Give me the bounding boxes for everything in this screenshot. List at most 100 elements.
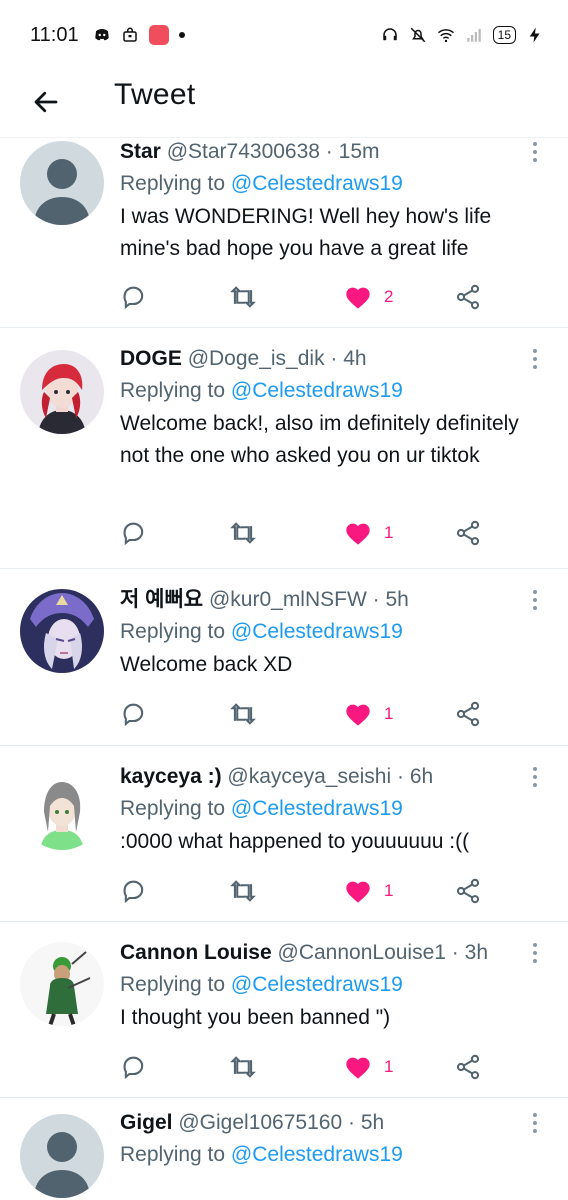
like-button[interactable]: 1 (344, 874, 393, 908)
retweet-icon (230, 1056, 256, 1078)
reply-list: Star @Star74300638 · 15m Replying to @Ce… (0, 139, 568, 1198)
back-button[interactable] (28, 84, 64, 120)
status-bar: 11:01 15 (0, 0, 568, 70)
retweet-button[interactable] (228, 697, 258, 731)
replying-to: Replying to @Celestedraws19 (120, 796, 528, 822)
share-button[interactable] (454, 1050, 482, 1084)
mention-link[interactable]: @Celestedraws19 (231, 172, 403, 195)
more-options-button[interactable] (526, 587, 544, 613)
headset-icon (382, 28, 397, 41)
user-handle[interactable]: @Gigel10675160 (178, 1111, 342, 1134)
reply-icon (123, 522, 144, 546)
separator: · (391, 765, 410, 788)
dot-icon (178, 32, 185, 38)
avatar[interactable] (20, 1114, 104, 1198)
mention-link[interactable]: @Celestedraws19 (231, 379, 403, 402)
replying-to: Replying to @Celestedraws19 (120, 171, 528, 197)
tweet-actions: 1 (120, 516, 490, 550)
tweet-header: DOGE @Doge_is_dik · 4h (120, 346, 528, 372)
mention-link[interactable]: @Celestedraws19 (231, 620, 403, 643)
more-options-button[interactable] (526, 764, 544, 790)
discord-icon (94, 29, 109, 41)
share-button[interactable] (454, 516, 482, 550)
bag-icon (122, 27, 137, 42)
replying-label: Replying to (120, 1143, 231, 1166)
separator: · (366, 588, 386, 611)
like-button[interactable]: 2 (344, 280, 393, 314)
retweet-button[interactable] (228, 516, 258, 550)
replying-to: Replying to @Celestedraws19 (120, 619, 528, 645)
like-button[interactable]: 1 (344, 697, 393, 731)
user-handle[interactable]: @Doge_is_dik (188, 347, 325, 370)
timestamp[interactable]: 6h (410, 765, 433, 788)
display-name[interactable]: DOGE (120, 347, 182, 370)
reply-button[interactable] (120, 516, 148, 550)
more-options-button[interactable] (526, 940, 544, 966)
timestamp[interactable]: 15m (339, 140, 380, 163)
avatar[interactable] (20, 589, 104, 673)
like-button[interactable]: 1 (344, 1050, 393, 1084)
user-handle[interactable]: @Star74300638 (167, 140, 320, 163)
tweet-card[interactable]: Gigel @Gigel10675160 · 5h Replying to @C… (0, 1098, 568, 1198)
retweet-button[interactable] (228, 280, 258, 314)
avatar[interactable] (20, 766, 104, 850)
share-button[interactable] (454, 874, 482, 908)
timestamp[interactable]: 3h (465, 941, 488, 964)
share-button[interactable] (454, 697, 482, 731)
like-count: 1 (384, 704, 394, 723)
mention-link[interactable]: @Celestedraws19 (231, 973, 403, 996)
replying-label: Replying to (120, 620, 231, 643)
share-button[interactable] (454, 280, 482, 314)
more-options-button[interactable] (526, 139, 544, 165)
reply-button[interactable] (120, 874, 148, 908)
tweet-card[interactable]: 저 예뻐요 @kur0_mlNSFW · 5h Replying to @Cel… (0, 569, 568, 746)
tweet-card[interactable]: Cannon Louise @CannonLouise1 · 3h Replyi… (0, 922, 568, 1098)
tweet-header: 저 예뻐요 @kur0_mlNSFW · 5h (120, 587, 528, 613)
heart-filled-icon (346, 287, 370, 309)
tweet-header: kayceya :) @kayceya_seishi · 6h (120, 764, 528, 790)
tweet-actions: 2 (120, 280, 490, 314)
retweet-button[interactable] (228, 1050, 258, 1084)
tweet-card[interactable]: DOGE @Doge_is_dik · 4h Replying to @Cele… (0, 328, 568, 569)
display-name[interactable]: kayceya :) (120, 765, 222, 788)
tweet-text: I thought you been banned ") (120, 1006, 391, 1029)
display-name[interactable]: Star (120, 140, 161, 163)
app-icon (148, 25, 169, 45)
tweet-actions: 1 (120, 1050, 490, 1084)
reply-icon (123, 1056, 144, 1080)
reply-button[interactable] (120, 280, 148, 314)
timestamp[interactable]: 5h (361, 1111, 384, 1134)
timestamp[interactable]: 5h (385, 588, 408, 611)
retweet-button[interactable] (228, 874, 258, 908)
mention-link[interactable]: @Celestedraws19 (231, 797, 403, 820)
avatar[interactable] (20, 141, 104, 225)
user-handle[interactable]: @kayceya_seishi (227, 765, 391, 788)
tweet-text: Welcome back XD (120, 653, 293, 676)
heart-filled-icon (346, 704, 370, 726)
display-name[interactable]: Gigel (120, 1111, 173, 1134)
user-handle[interactable]: @CannonLouise1 (278, 941, 446, 964)
share-icon (456, 1054, 480, 1080)
reply-button[interactable] (120, 1050, 148, 1084)
heart-filled-icon (346, 881, 370, 903)
avatar[interactable] (20, 942, 104, 1026)
like-count: 1 (384, 1057, 394, 1076)
display-name[interactable]: Cannon Louise (120, 941, 272, 964)
more-options-button[interactable] (526, 1110, 544, 1136)
more-options-button[interactable] (526, 346, 544, 372)
tweet-card[interactable]: Star @Star74300638 · 15m Replying to @Ce… (0, 139, 568, 328)
arrow-left-icon (34, 91, 58, 113)
display-name[interactable]: 저 예뻐요 (120, 588, 203, 611)
share-icon (456, 701, 480, 727)
avatar[interactable] (20, 350, 104, 434)
tweet-card[interactable]: kayceya :) @kayceya_seishi · 6h Replying… (0, 746, 568, 922)
reply-button[interactable] (120, 697, 148, 731)
replying-label: Replying to (120, 973, 231, 996)
like-button[interactable]: 1 (344, 516, 393, 550)
mention-link[interactable]: @Celestedraws19 (231, 1143, 403, 1166)
user-handle[interactable]: @kur0_mlNSFW (209, 588, 367, 611)
signal-icon (466, 29, 481, 42)
replying-label: Replying to (120, 379, 231, 402)
timestamp[interactable]: 4h (343, 347, 366, 370)
separator: · (324, 347, 344, 370)
